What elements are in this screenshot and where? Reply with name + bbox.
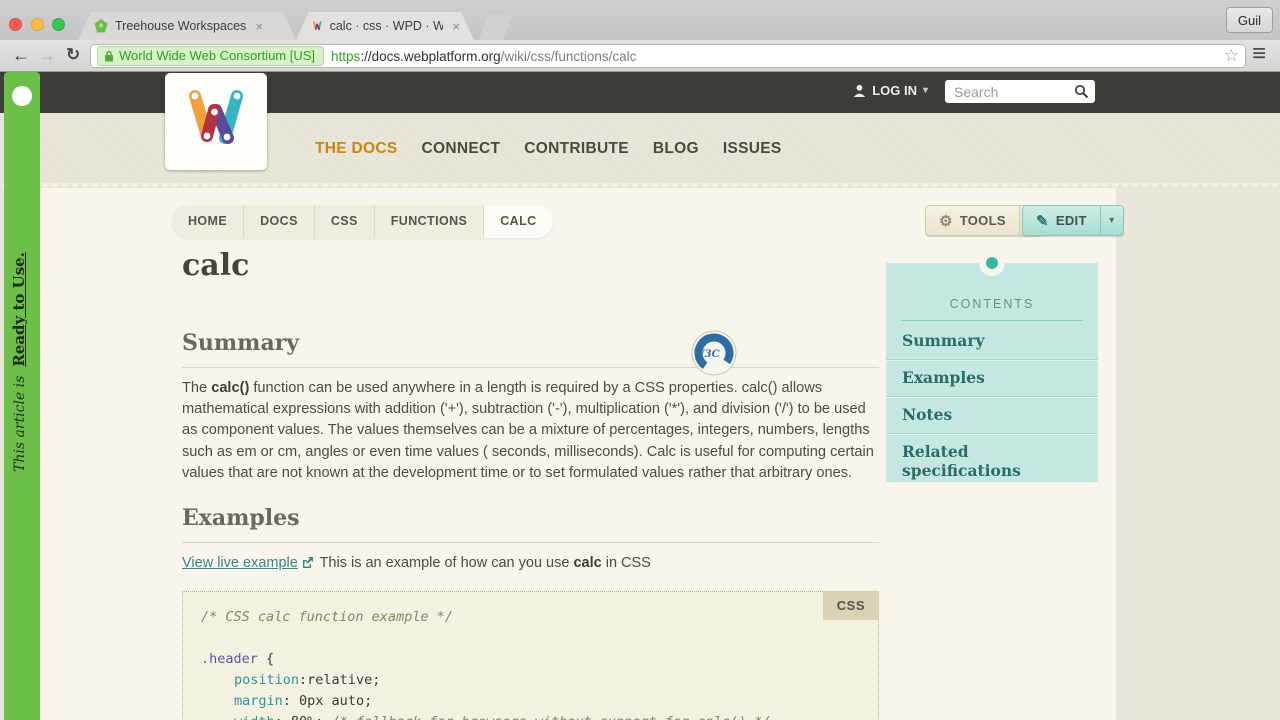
browser-menu-icon[interactable]: ≡: [1252, 42, 1272, 68]
contents-panel: CONTENTS Summary Examples Notes Related …: [886, 263, 1098, 482]
ribbon-hole: [12, 86, 32, 106]
code-line: position:relative;: [201, 670, 860, 691]
breadcrumb: HOME DOCS CSS FUNCTIONS CALC: [172, 205, 553, 238]
w3c-badge-label: W3C: [693, 349, 719, 360]
pencil-icon: ✎: [1036, 212, 1049, 230]
examples-divider: [182, 542, 879, 543]
webplatform-w-icon: [183, 86, 249, 158]
breadcrumb-css[interactable]: CSS: [314, 205, 374, 238]
gear-icon: ⚙: [939, 212, 953, 230]
page-title: calc: [182, 248, 249, 283]
breadcrumb-docs[interactable]: DOCS: [243, 205, 314, 238]
summary-paragraph: The calc() function can be used anywhere…: [182, 378, 881, 484]
profile-button[interactable]: Guil: [1226, 7, 1273, 33]
window-minimize-button[interactable]: [31, 18, 44, 31]
nav-blog[interactable]: BLOG: [653, 140, 699, 158]
site-search: [945, 80, 1095, 103]
contents-link-related-specifications[interactable]: Related specifications: [886, 434, 1098, 489]
edit-button-group: ✎ EDIT ▾: [1022, 205, 1124, 236]
search-input[interactable]: [945, 80, 1095, 103]
content-card: HOME DOCS CSS FUNCTIONS CALC ⚙ TOOLS ▾ ✎…: [40, 188, 1116, 720]
summary-heading: Summary: [182, 330, 299, 356]
contents-link-notes[interactable]: Notes: [886, 397, 1098, 434]
ev-badge-label: World Wide Web Consortium [US]: [119, 48, 315, 63]
example-intro: View live example This is an example of …: [182, 555, 881, 571]
edit-button[interactable]: ✎ EDIT: [1022, 205, 1100, 236]
tab-treehouse-workspaces[interactable]: Treehouse Workspaces ×: [78, 12, 296, 40]
person-icon: [853, 84, 866, 97]
edit-label: EDIT: [1056, 213, 1087, 228]
summary-divider: [182, 367, 879, 368]
contents-divider: [901, 320, 1083, 321]
tab-title: Treehouse Workspaces: [115, 19, 246, 33]
nav-the-docs[interactable]: THE DOCS: [315, 140, 398, 158]
breadcrumb-home[interactable]: HOME: [172, 205, 243, 238]
code-line: margin: 0px auto;: [201, 691, 860, 712]
address-bar[interactable]: World Wide Web Consortium [US] https://d…: [90, 44, 1246, 68]
contents-title: CONTENTS: [886, 297, 1098, 311]
nav-contribute[interactable]: CONTRIBUTE: [524, 140, 629, 158]
login-label: LOG IN: [872, 83, 917, 98]
new-tab-button[interactable]: [479, 15, 512, 40]
tools-label: TOOLS: [960, 213, 1006, 228]
contents-link-summary[interactable]: Summary: [886, 323, 1098, 360]
examples-heading: Examples: [182, 505, 300, 531]
login-button[interactable]: LOG IN ▾: [853, 83, 928, 98]
ribbon-text: This article is Ready to Use.: [10, 252, 28, 472]
contents-link-examples[interactable]: Examples: [886, 360, 1098, 397]
ribbon-prefix: This article is: [12, 376, 28, 472]
forward-button[interactable]: →: [38, 42, 56, 68]
treehouse-icon: [94, 19, 108, 33]
back-button[interactable]: ←: [12, 42, 30, 68]
window-zoom-button[interactable]: [52, 18, 65, 31]
code-line: width: 80%; /* fallback for browsers wit…: [201, 712, 860, 720]
login-caret-icon: ▾: [923, 85, 928, 96]
reload-button[interactable]: ↻: [66, 42, 80, 68]
lock-icon: [104, 50, 114, 62]
url-text: https://docs.webplatform.org/wiki/css/fu…: [331, 49, 1224, 64]
nav-connect[interactable]: CONNECT: [422, 140, 501, 158]
code-line: .header {: [201, 649, 860, 670]
bookmark-star-icon[interactable]: ☆: [1224, 46, 1239, 66]
site-nav: THE DOCS CONNECT CONTRIBUTE BLOG ISSUES: [315, 140, 782, 158]
w3c-badge[interactable]: W3C: [691, 330, 737, 376]
url-host: ://docs.webplatform.org: [360, 49, 500, 64]
code-line: /* CSS calc function example */: [201, 607, 860, 628]
tab-strip: Treehouse Workspaces × calc · css · WPD …: [0, 0, 1280, 40]
search-icon[interactable]: [1074, 84, 1089, 99]
code-line: [201, 628, 860, 649]
url-path: /wiki/css/functions/calc: [501, 49, 637, 64]
breadcrumb-functions[interactable]: FUNCTIONS: [374, 205, 484, 238]
webplatform-logo[interactable]: [165, 73, 267, 170]
tab-title: calc · css · WPD · WebPlat: [330, 19, 444, 33]
url-scheme: https: [331, 49, 360, 64]
tools-button[interactable]: ⚙ TOOLS: [925, 205, 1019, 236]
tab-close-icon[interactable]: ×: [452, 20, 460, 33]
contents-list: Summary Examples Notes Related specifica…: [886, 323, 1098, 489]
breadcrumb-calc[interactable]: CALC: [483, 205, 552, 238]
view-live-example-link[interactable]: View live example: [182, 555, 298, 571]
edit-dropdown-button[interactable]: ▾: [1100, 205, 1124, 236]
external-link-icon: [302, 557, 313, 568]
tab-calc-css-wpd[interactable]: calc · css · WPD · WebPlat ×: [296, 12, 474, 40]
tab-close-icon[interactable]: ×: [255, 20, 263, 33]
nav-issues[interactable]: ISSUES: [723, 140, 782, 158]
browser-window: Treehouse Workspaces × calc · css · WPD …: [0, 0, 1280, 720]
code-block: CSS /* CSS calc function example */ .hea…: [182, 591, 879, 720]
window-close-button[interactable]: [9, 18, 22, 31]
contents-dot-icon: [986, 257, 998, 269]
code-language-tag: CSS: [823, 591, 879, 620]
webplatform-icon: [312, 19, 323, 34]
ev-certificate-badge[interactable]: World Wide Web Consortium [US]: [97, 46, 324, 66]
ribbon-status: Ready to Use.: [10, 252, 28, 367]
